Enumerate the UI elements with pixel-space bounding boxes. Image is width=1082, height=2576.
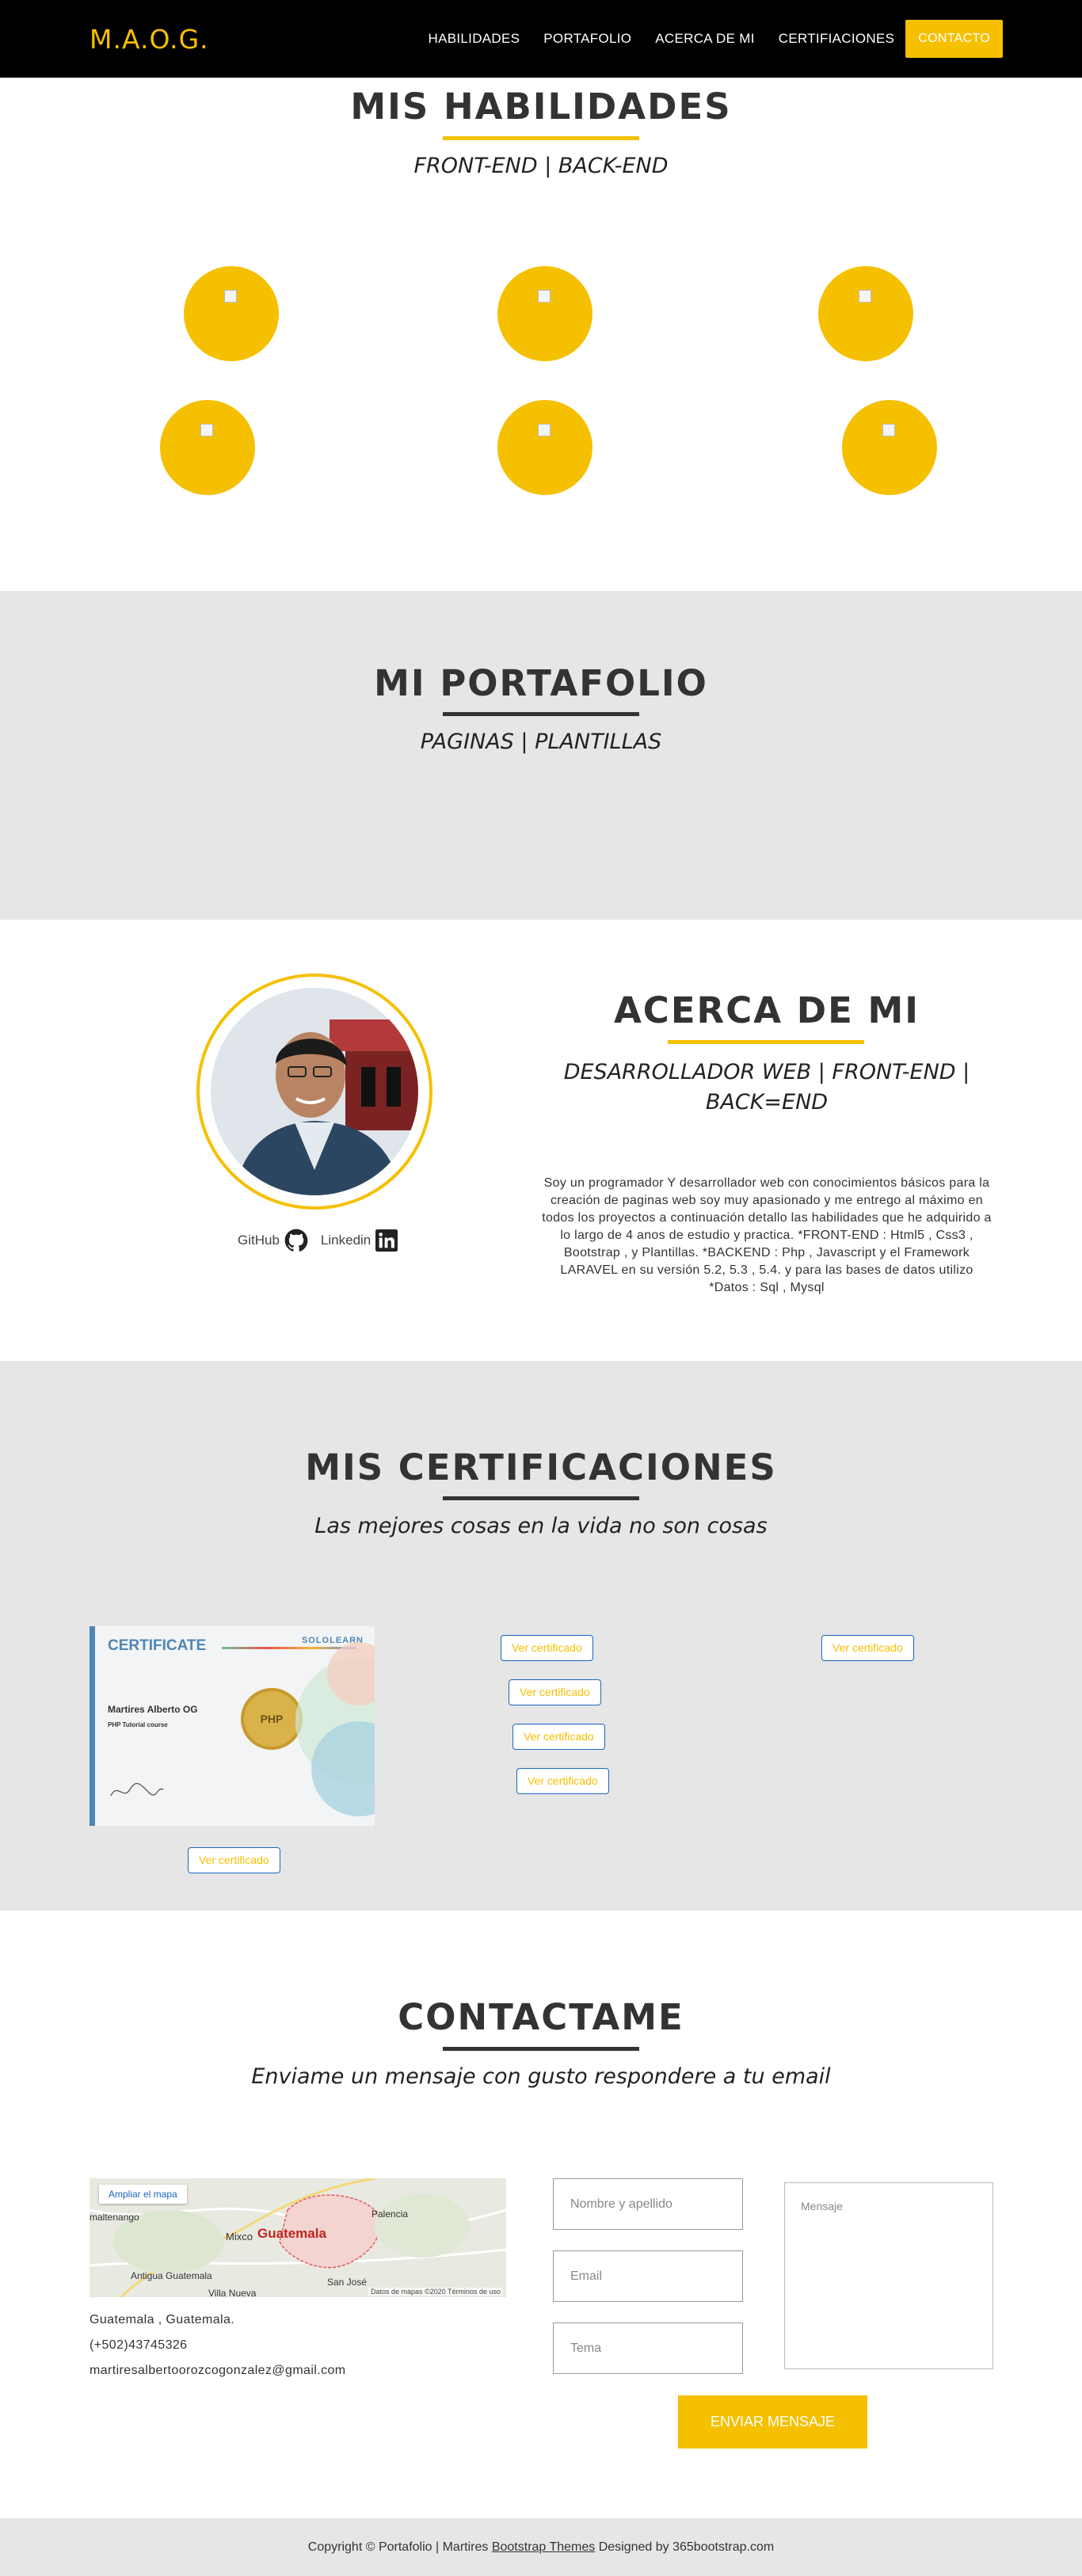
map-place-label: Villa Nueva <box>208 2288 257 2297</box>
certificate-recipient: Martires Alberto OG <box>108 1704 198 1715</box>
map-place-label: San José <box>327 2277 368 2288</box>
contact-email: martiresalbertoorozcogonzalez@gmail.com <box>90 2364 346 2377</box>
broken-image-icon <box>224 290 237 303</box>
about-subtitle: DESARROLLADOR WEB | FRONT-END | BACK=END <box>563 1060 970 1115</box>
map-place-label: Palencia <box>371 2208 409 2220</box>
contact-section: CONTACTAME Enviame un mensaje con gusto … <box>0 1911 1082 2518</box>
certifications-section: MIS CERTIFICACIONES Las mejores cosas en… <box>0 1361 1082 1911</box>
contact-title: CONTACTAME <box>398 1996 684 2038</box>
about-description: Soy un programador Y desarrollador web c… <box>542 1176 992 1294</box>
certs-subtitle: Las mejores cosas en la vida no son cosa… <box>314 1514 768 1538</box>
portfolio-title-underline <box>443 712 639 716</box>
contact-phone: (+502)43745326 <box>90 2338 188 2352</box>
broken-image-icon <box>538 424 551 436</box>
view-certificate-button[interactable]: Ver certificado <box>188 1847 280 1873</box>
profile-photo-frame <box>196 974 432 1210</box>
portfolio-section: MI PORTAFOLIO PAGINAS | PLANTILLAS <box>0 591 1082 920</box>
map-place-label: Antigua Guatemala <box>131 2270 212 2281</box>
footer-copyright: Copyright © Portafolio | Martires <box>307 2540 489 2554</box>
broken-image-icon <box>200 424 213 436</box>
view-certificate-button[interactable]: Ver certificado <box>512 1724 605 1750</box>
skill-circle <box>842 400 937 495</box>
map-place-label: Mixco <box>226 2231 253 2243</box>
view-certificate-button[interactable]: Ver certificado <box>501 1635 593 1661</box>
message-textarea[interactable]: Mensaje <box>784 2182 993 2369</box>
name-input[interactable]: Nombre y apellido <box>553 2178 743 2230</box>
signature-icon <box>110 1782 164 1797</box>
social-links: GitHub Linkedin <box>238 1229 398 1252</box>
footer-themes-link[interactable]: Bootstrap Themes <box>492 2540 595 2554</box>
map-credit: Datos de mapas ©2020 Términos de uso <box>368 2288 503 2296</box>
broken-image-icon <box>859 290 871 303</box>
portfolio-title: MI PORTAFOLIO <box>374 662 708 704</box>
certificate-image: CERTIFICATE SOLOLEARN Martires Alberto O… <box>90 1626 375 1826</box>
about-title: ACERCA DE MI <box>613 989 920 1031</box>
linkedin-icon[interactable] <box>375 1229 398 1252</box>
skill-circle <box>818 266 913 361</box>
footer-designer: Designed by 365bootstrap.com <box>598 2540 775 2554</box>
github-link-label[interactable]: GitHub <box>238 1233 280 1248</box>
broken-image-icon <box>882 424 895 436</box>
skill-circle <box>184 266 279 361</box>
skills-subtitle: FRONT-END | BACK-END <box>413 154 669 178</box>
map-city-label: Guatemala <box>257 2226 326 2241</box>
view-certificate-button[interactable]: Ver certificado <box>516 1768 609 1794</box>
certificate-stripe <box>222 1647 356 1649</box>
certificate-course: PHP Tutorial course <box>108 1721 168 1728</box>
enlarge-map-button[interactable]: Ampliar el mapa <box>99 2185 187 2204</box>
email-input[interactable]: Email <box>553 2250 743 2302</box>
contact-title-underline <box>443 2047 639 2051</box>
subject-input[interactable]: Tema <box>553 2323 743 2374</box>
footer: Copyright © Portafolio | Martires Bootst… <box>0 2518 1082 2576</box>
view-certificate-button[interactable]: Ver certificado <box>821 1635 914 1661</box>
broken-image-icon <box>538 290 551 303</box>
skill-circle <box>497 266 592 361</box>
contact-location: Guatemala , Guatemala. <box>90 2313 235 2326</box>
location-map[interactable]: Ampliar el mapa Guatemala Mixco Palencia… <box>90 2178 506 2297</box>
certs-title: MIS CERTIFICACIONES <box>305 1446 777 1488</box>
skill-circle <box>497 400 592 495</box>
map-place-label: maltenango <box>90 2212 139 2223</box>
portfolio-subtitle: PAGINAS | PLANTILLAS <box>420 730 662 754</box>
certificate-seal: PHP <box>241 1688 303 1750</box>
certificate-heading: CERTIFICATE <box>108 1637 207 1654</box>
skill-circle <box>160 400 255 495</box>
certs-title-underline <box>443 1496 639 1500</box>
skills-title-underline <box>443 136 639 140</box>
contact-subtitle: Enviame un mensaje con gusto respondere … <box>251 2064 831 2089</box>
linkedin-link-label[interactable]: Linkedin <box>321 1233 371 1248</box>
github-icon[interactable] <box>284 1229 308 1252</box>
skills-title: MIS HABILIDADES <box>350 86 732 128</box>
profile-photo <box>211 988 418 1195</box>
about-section: GitHub Linkedin ACERCA DE MI DESARROLLAD… <box>0 920 1082 1361</box>
send-message-button[interactable]: ENVIAR MENSAJE <box>678 2395 867 2448</box>
view-certificate-button[interactable]: Ver certificado <box>509 1679 601 1705</box>
about-title-underline <box>668 1040 864 1044</box>
skills-section: MIS HABILIDADES FRONT-END | BACK-END <box>0 0 1082 513</box>
